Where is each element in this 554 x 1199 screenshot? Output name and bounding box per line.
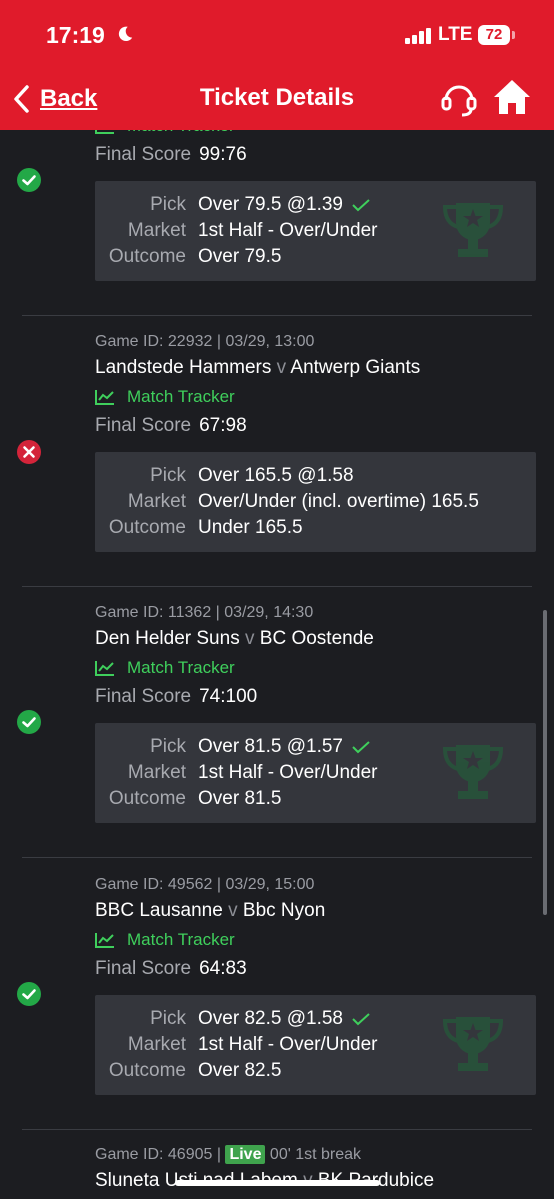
trophy-icon: [442, 203, 504, 257]
outcome-label: Outcome: [108, 788, 186, 809]
versus-label: v: [228, 900, 238, 921]
away-team: BC Oostende: [259, 628, 374, 649]
ticket-list[interactable]: Match Tracker Final Score 99:76 Pick Over …: [0, 130, 554, 1199]
pick-details: Pick Over 165.5 @1.58 Market Over/Under (i…: [95, 452, 536, 552]
versus-label: v: [276, 357, 287, 378]
trophy-icon: [442, 745, 504, 799]
final-score-label: Final Score: [95, 686, 192, 707]
won-check-icon: [17, 982, 41, 1006]
market-value: 1st Half - Over/Under: [198, 220, 378, 241]
market-label: Market: [127, 220, 186, 241]
final-score: Final Score 64:83: [95, 958, 247, 980]
game-meta: Game ID: 46905 | Live 00' 1st break: [95, 1145, 362, 1164]
away-team: Bbc Nyon: [242, 900, 326, 921]
match-tracker-link[interactable]: Match Tracker: [95, 387, 235, 407]
pick-details: Pick Over 81.5 @1.57 Market 1st Half - Ove…: [95, 723, 536, 823]
home-team: BBC Lausanne: [95, 900, 223, 921]
final-score: Final Score 99:76: [95, 144, 247, 166]
match-tracker-link[interactable]: Match Tracker: [95, 130, 235, 136]
home-team: Landstede Hammers: [95, 357, 272, 378]
final-score: Final Score 67:98: [95, 415, 247, 437]
match-teams: Landstede Hammers v Antwerp Giants: [95, 357, 420, 379]
final-score: Final Score 74:100: [95, 686, 257, 708]
match-tracker-link[interactable]: Match Tracker: [95, 658, 235, 678]
live-status: 00' 1st break: [269, 1146, 362, 1163]
divider: [22, 1129, 532, 1130]
check-icon: [352, 199, 370, 212]
market-value: 1st Half - Over/Under: [198, 1034, 378, 1055]
divider: [22, 586, 532, 587]
battery-indicator: 72: [478, 25, 510, 45]
final-score-value: 64:83: [199, 958, 247, 979]
won-check-icon: [17, 710, 41, 734]
chart-line-icon: [95, 933, 114, 948]
chart-line-icon: [95, 661, 114, 676]
pick-value: Over 81.5 @1.57: [198, 736, 343, 757]
market-value: Over/Under (incl. overtime) 165.5: [198, 491, 479, 512]
signal-icon: [405, 28, 431, 44]
match-teams: BBC Lausanne v Bbc Nyon: [95, 900, 325, 922]
final-score-value: 74:100: [199, 686, 258, 707]
away-team: Antwerp Giants: [290, 357, 421, 378]
outcome-value: Over 82.5: [198, 1060, 282, 1081]
pick-value: Over 82.5 @1.58: [198, 1008, 343, 1029]
moon-icon: [118, 26, 133, 42]
final-score-label: Final Score: [95, 144, 192, 165]
check-icon: [352, 1013, 370, 1026]
final-score-label: Final Score: [95, 415, 192, 436]
match-tracker-label: Match Tracker: [127, 930, 235, 949]
game-meta: Game ID: 22932 | 03/29, 13:00: [95, 333, 315, 350]
game-meta: Game ID: 49562 | 03/29, 15:00: [95, 876, 315, 893]
divider: [22, 315, 532, 316]
match-tracker-label: Match Tracker: [127, 658, 235, 677]
live-badge: Live: [225, 1145, 266, 1164]
divider: [22, 857, 532, 858]
market-label: Market: [127, 491, 186, 512]
pick-value: Over 165.5 @1.58: [198, 465, 354, 486]
pick-label: Pick: [150, 194, 186, 215]
support-headset-icon[interactable]: [440, 80, 478, 118]
home-team: Den Helder Suns: [95, 628, 240, 649]
outcome-label: Outcome: [108, 517, 186, 538]
market-value: 1st Half - Over/Under: [198, 762, 378, 783]
home-icon[interactable]: [492, 78, 532, 116]
pick-label: Pick: [150, 465, 186, 486]
lost-x-icon: [17, 440, 41, 464]
outcome-value: Over 79.5: [198, 246, 282, 267]
match-tracker-label: Match Tracker: [127, 387, 235, 406]
game-meta: Game ID: 11362 | 03/29, 14:30: [95, 604, 314, 621]
pick-label: Pick: [150, 1008, 186, 1029]
app-header: 17:19 LTE 72 Back Ticket Details: [0, 0, 554, 130]
pick-details: Pick Over 79.5 @1.39 Market 1st Half - Ove…: [95, 181, 536, 281]
outcome-label: Outcome: [108, 246, 186, 267]
match-teams: Den Helder Suns v BC Oostende: [95, 628, 374, 650]
scrollbar[interactable]: [543, 610, 547, 915]
won-check-icon: [17, 168, 41, 192]
outcome-label: Outcome: [108, 1060, 186, 1081]
pick-details: Pick Over 82.5 @1.58 Market 1st Half - Ove…: [95, 995, 536, 1095]
match-tracker-link[interactable]: Match Tracker: [95, 930, 235, 950]
game-meta-prefix: Game ID: 46905 |: [95, 1146, 221, 1163]
status-time: 17:19: [46, 22, 105, 48]
final-score-value: 99:76: [199, 144, 247, 165]
match-tracker-label: Match Tracker: [127, 130, 235, 136]
pick-label: Pick: [150, 736, 186, 757]
battery-tip: [512, 31, 515, 39]
outcome-value: Under 165.5: [198, 517, 303, 538]
outcome-value: Over 81.5: [198, 788, 282, 809]
final-score-label: Final Score: [95, 958, 192, 979]
market-label: Market: [127, 1034, 186, 1055]
network-type: LTE: [438, 24, 473, 45]
market-label: Market: [127, 762, 186, 783]
versus-label: v: [244, 628, 255, 649]
pick-value: Over 79.5 @1.39: [198, 194, 343, 215]
check-icon: [352, 741, 370, 754]
final-score-value: 67:98: [199, 415, 247, 436]
chart-line-icon: [95, 390, 114, 405]
chart-line-icon: [95, 130, 114, 134]
home-indicator[interactable]: [175, 1180, 380, 1186]
trophy-icon: [442, 1017, 504, 1071]
